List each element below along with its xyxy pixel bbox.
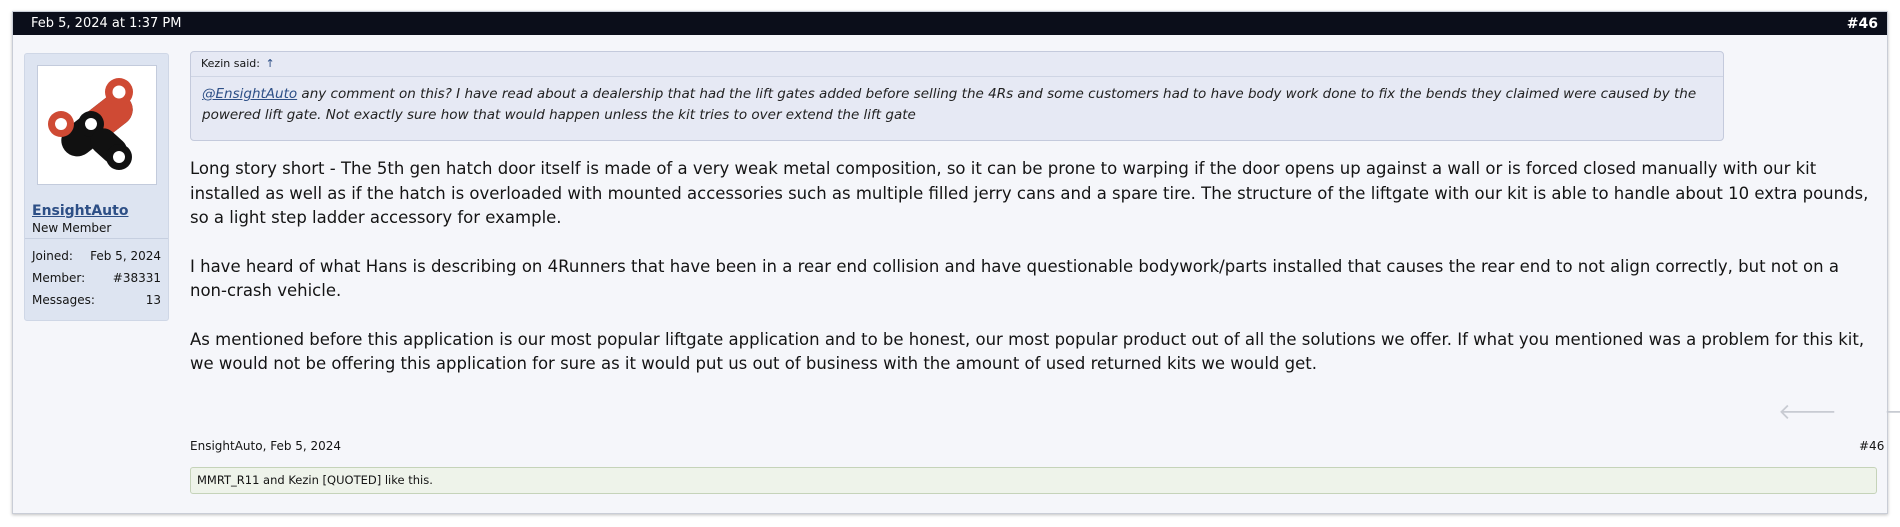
arrow-left-icon[interactable]: 🡐 (1778, 399, 1837, 425)
quote-header: Kezin said: ↑ (191, 52, 1723, 77)
message-paragraph: As mentioned before this application is … (190, 329, 1865, 374)
post-footer-author[interactable]: EnsightAuto, Feb 5, 2024 (190, 439, 341, 453)
post-footer-number[interactable]: #46 (1859, 439, 1884, 453)
mention-link[interactable]: @EnsightAuto (202, 86, 297, 102)
post-timestamp[interactable]: Feb 5, 2024 at 1:37 PM (31, 16, 181, 31)
likes-bar[interactable]: MMRT_R11 and Kezin [QUOTED] like this. (190, 467, 1877, 494)
chain-link-logo-icon (48, 78, 133, 170)
quote-text: any comment on this? I have read about a… (202, 86, 1697, 123)
stat-label: Member: (32, 271, 86, 285)
avatar[interactable] (37, 65, 157, 185)
stat-messages: Messages: 13 (32, 293, 161, 315)
user-info-panel: EnsightAuto New Member Joined: Feb 5, 20… (24, 53, 169, 321)
username-link[interactable]: EnsightAuto (32, 203, 128, 219)
quote-block: Kezin said: ↑ @EnsightAuto any comment o… (190, 51, 1724, 141)
quote-source-arrow-icon[interactable]: ↑ (265, 57, 274, 70)
stat-value: Feb 5, 2024 (90, 249, 161, 263)
message-paragraph: I have heard of what Hans is describing … (190, 256, 1839, 301)
arrow-right-icon[interactable]: 🡒 (1884, 399, 1900, 425)
stat-joined: Joined: Feb 5, 2024 (32, 249, 161, 271)
stat-value: 13 (145, 293, 161, 307)
forum-post: Feb 5, 2024 at 1:37 PM #46 EnsightAuto N… (12, 11, 1900, 514)
quote-author: Kezin said: (201, 57, 260, 70)
stat-label: Joined: (32, 249, 73, 263)
stat-label: Messages: (32, 293, 95, 307)
post-header: Feb 5, 2024 at 1:37 PM #46 (13, 12, 1887, 35)
user-stats: Joined: Feb 5, 2024 Member: #38331 Messa… (25, 238, 168, 315)
post-number-link[interactable]: #46 (1847, 16, 1878, 32)
message-paragraph: Long story short - The 5th gen hatch doo… (190, 159, 1869, 227)
quote-content: @EnsightAuto any comment on this? I have… (191, 77, 1723, 126)
post-nav: 🡐 🡒 (1778, 399, 1900, 425)
stat-value: #38331 (112, 271, 161, 285)
message-body: Long story short - The 5th gen hatch doo… (190, 157, 1880, 401)
stat-member: Member: #38331 (32, 271, 161, 293)
user-title: New Member (32, 221, 112, 235)
